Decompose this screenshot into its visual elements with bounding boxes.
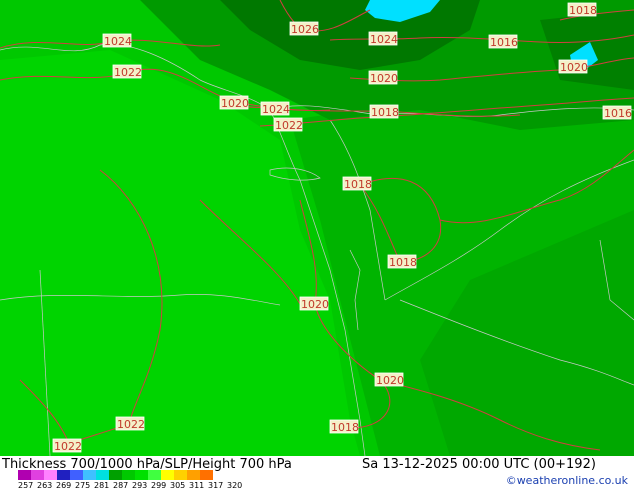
legend-swatch [122, 470, 135, 480]
legend-tick-label: 320 [227, 481, 243, 490]
isobar-label: 1020 [301, 298, 329, 311]
legend-tick-label: 257 [18, 481, 34, 490]
credit-link[interactable]: ©weatheronline.co.uk [506, 474, 628, 487]
isobar-label: 1020 [370, 72, 398, 85]
isobar-label: 1022 [117, 418, 145, 431]
isobar-label: 1018 [569, 4, 597, 17]
isobar-label: 1020 [560, 61, 588, 74]
legend-tick-label: 281 [94, 481, 110, 490]
legend-tick-label: 293 [132, 481, 148, 490]
legend-swatch [187, 470, 200, 480]
legend-tick-label: 269 [56, 481, 72, 490]
legend-swatch [200, 470, 213, 480]
legend-swatch [18, 470, 31, 480]
legend-swatch [70, 470, 83, 480]
legend-swatch [174, 470, 187, 480]
isobar-label: 1024 [262, 103, 290, 116]
isobar-label: 1022 [54, 440, 82, 453]
forecast-datetime: Sa 13-12-2025 00:00 UTC (00+192) [362, 457, 596, 472]
legend-swatch [135, 470, 148, 480]
isobar-label: 1018 [389, 256, 417, 269]
isobar-label: 1020 [221, 97, 249, 110]
isobar-label: 1022 [114, 66, 142, 79]
isobar-label: 1020 [376, 374, 404, 387]
isobar-label: 1026 [291, 23, 319, 36]
isobar-label: 1018 [371, 106, 399, 119]
isobar-label: 1018 [344, 178, 372, 191]
legend-swatch [109, 470, 122, 480]
legend-tick-label: 299 [151, 481, 167, 490]
legend-swatch [31, 470, 44, 480]
legend-tick-label: 287 [113, 481, 129, 490]
legend-tick-label: 311 [189, 481, 205, 490]
isobar-label: 1022 [275, 119, 303, 132]
legend-swatch [44, 470, 57, 480]
legend-tick-label: 275 [75, 481, 91, 490]
weather-map: 1024 1026 1018 1022 1024 1016 1020 1020 … [0, 0, 634, 456]
isobar-label: 1016 [604, 107, 632, 120]
isobar-label: 1024 [370, 33, 398, 46]
isobar-label: 1016 [490, 36, 518, 49]
legend-swatch [96, 470, 109, 480]
legend-swatch [57, 470, 70, 480]
legend-tick-label: 305 [170, 481, 186, 490]
legend-tick-label: 263 [37, 481, 53, 490]
legend-swatch [83, 470, 96, 480]
isobar-label: 1018 [331, 421, 359, 434]
legend-tick-label: 317 [208, 481, 224, 490]
isobar-label: 1024 [104, 35, 132, 48]
legend-ticks: 257 263 269 275 281 287 293 299 305 311 317 320 [18, 481, 246, 490]
legend-swatch [148, 470, 161, 480]
legend-swatch [161, 470, 174, 480]
color-legend [18, 470, 213, 480]
